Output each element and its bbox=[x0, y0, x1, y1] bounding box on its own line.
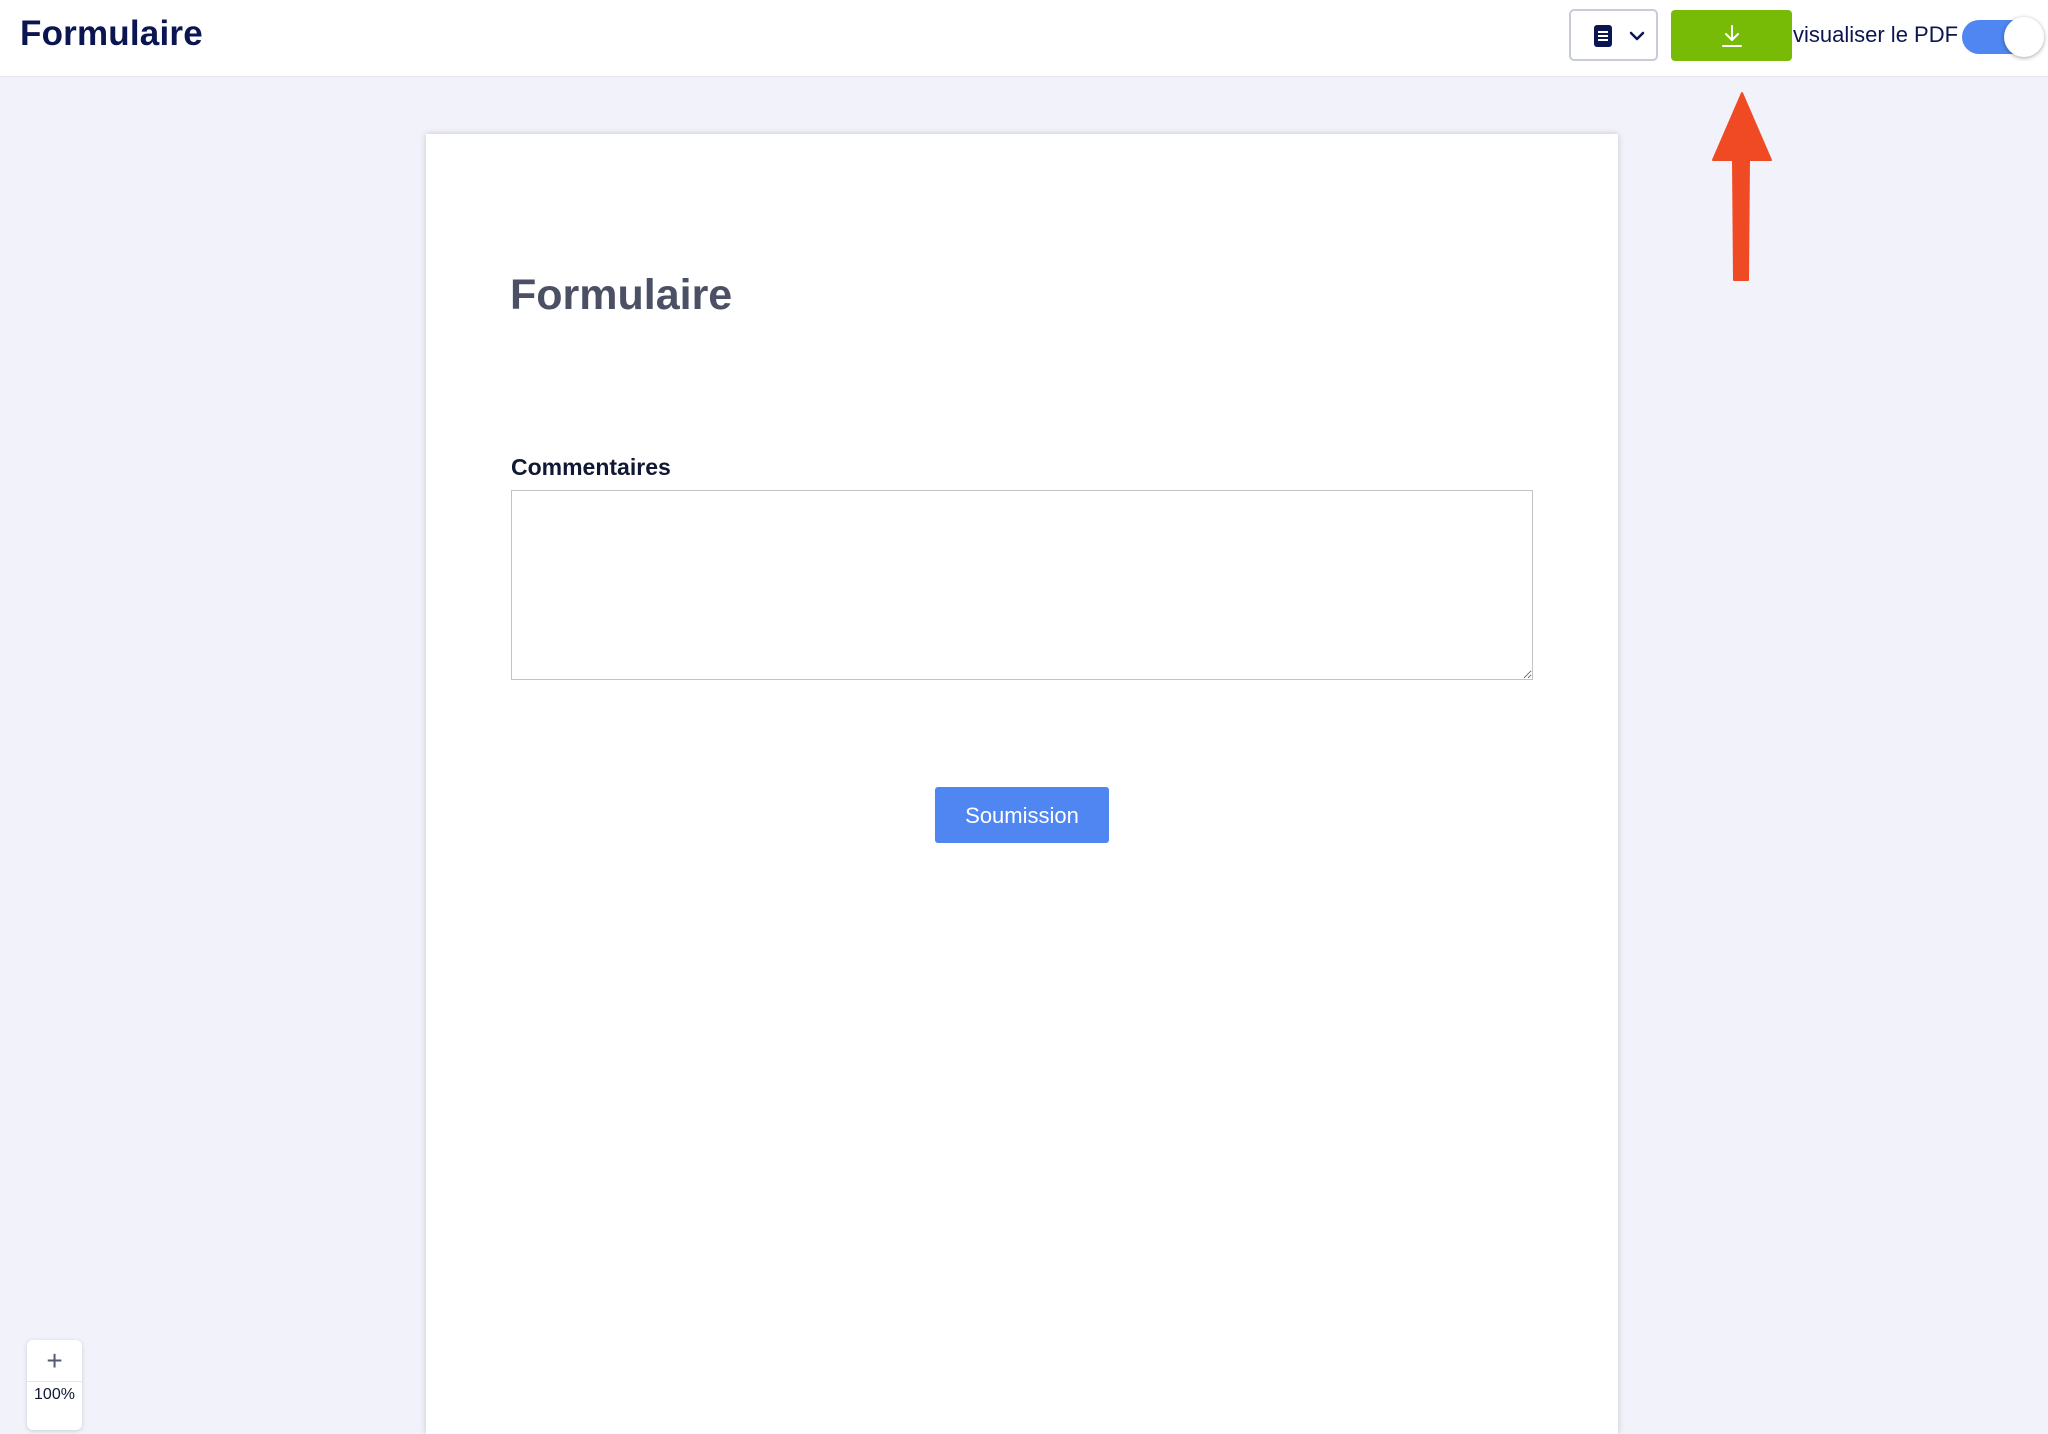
chevron-down-icon bbox=[1629, 31, 1645, 41]
form-page: Formulaire Commentaires Soumission bbox=[426, 134, 1618, 1434]
comments-textarea[interactable] bbox=[511, 490, 1533, 680]
top-bar: Formulaire visualiser le PDF bbox=[0, 0, 2048, 77]
submit-button[interactable]: Soumission bbox=[935, 787, 1109, 843]
red-arrow-up-icon bbox=[1712, 92, 1772, 281]
pdf-preview-toggle[interactable] bbox=[1962, 17, 2044, 57]
pdf-preview-label: visualiser le PDF bbox=[1793, 22, 1959, 47]
download-icon bbox=[1722, 25, 1742, 47]
zoom-in-button[interactable]: + bbox=[27, 1340, 82, 1382]
document-view-dropdown[interactable] bbox=[1569, 9, 1658, 61]
app-title: Formulaire bbox=[20, 14, 203, 53]
toggle-knob bbox=[2004, 17, 2044, 57]
download-pdf-button[interactable] bbox=[1671, 10, 1792, 61]
comments-label: Commentaires bbox=[511, 454, 671, 480]
document-icon bbox=[1594, 25, 1612, 47]
zoom-level: 100% bbox=[34, 1386, 75, 1403]
form-title: Formulaire bbox=[510, 271, 733, 319]
